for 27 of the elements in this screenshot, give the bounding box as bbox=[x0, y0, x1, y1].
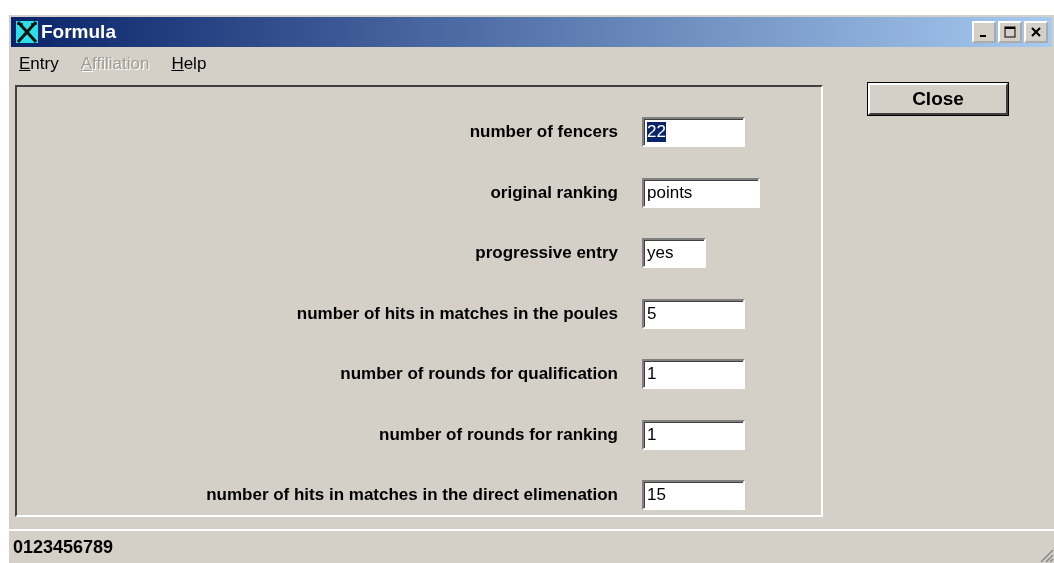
input-field[interactable]: yes bbox=[642, 238, 706, 269]
field-label: original ranking bbox=[489, 182, 618, 203]
field-label: number of fencers bbox=[468, 122, 618, 143]
input-field[interactable]: 1 bbox=[642, 359, 745, 390]
input-field[interactable]: points bbox=[642, 177, 760, 208]
minimize-button[interactable] bbox=[972, 21, 996, 43]
field-label: number of hits in matches in the poules bbox=[295, 303, 618, 324]
window-title: Formula bbox=[41, 21, 116, 43]
input-field[interactable]: 22 bbox=[642, 117, 745, 148]
input-field[interactable]: 5 bbox=[642, 298, 745, 329]
field-label: number of rounds for ranking bbox=[378, 424, 618, 445]
status-text: 0123456789 bbox=[13, 536, 114, 558]
minimize-icon bbox=[979, 35, 986, 37]
field-label: number of hits in matches in the direct elimenation bbox=[205, 485, 618, 506]
resize-grip-icon bbox=[1038, 547, 1054, 563]
field-label: number of rounds for qualification bbox=[339, 364, 618, 385]
maximize-icon bbox=[1004, 26, 1016, 38]
close-button[interactable] bbox=[1024, 21, 1048, 43]
close-button[interactable]: Close bbox=[868, 83, 1008, 115]
input-field[interactable]: 1 bbox=[642, 419, 745, 450]
field-label: progressive entry bbox=[474, 243, 618, 264]
close-icon bbox=[1030, 26, 1042, 38]
menu-item[interactable]: Help bbox=[171, 54, 207, 74]
input-field[interactable]: 15 bbox=[642, 480, 745, 511]
app-icon bbox=[15, 20, 39, 44]
menu-item[interactable]: Entry bbox=[19, 54, 59, 74]
maximize-button[interactable] bbox=[998, 21, 1022, 43]
